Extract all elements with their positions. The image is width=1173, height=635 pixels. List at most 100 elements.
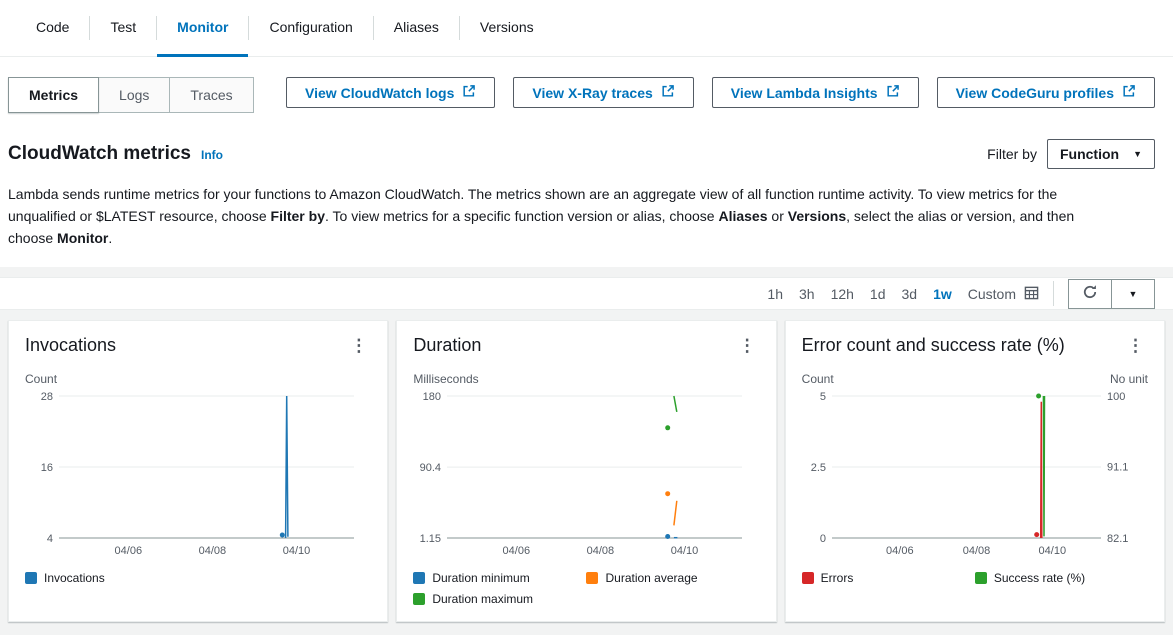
time-range-toolbar: 1h 3h 12h 1d 3d 1w Custom ▼ — [0, 277, 1173, 310]
kebab-menu-icon[interactable]: ⋮ — [735, 335, 760, 356]
kebab-menu-icon[interactable]: ⋮ — [346, 335, 371, 356]
svg-text:28: 28 — [41, 391, 53, 403]
chart-title: Duration — [413, 335, 481, 356]
invocations-chart-card: Invocations ⋮ Count 2816404/0604/0804/10… — [8, 320, 388, 622]
legend-label: Duration maximum — [432, 592, 533, 606]
legend-item: Duration minimum — [413, 571, 586, 585]
error-success-chart-card: Error count and success rate (%) ⋮ Count… — [785, 320, 1165, 622]
metrics-subtabs: Metrics Logs Traces — [8, 77, 254, 113]
dropdown-value: Function — [1060, 146, 1119, 162]
legend-swatch — [975, 572, 987, 584]
tab-test[interactable]: Test — [90, 0, 156, 57]
filter-function-dropdown[interactable]: Function ▼ — [1047, 139, 1155, 169]
refresh-icon — [1082, 284, 1098, 303]
legend-item: Errors — [802, 571, 975, 585]
range-12h[interactable]: 12h — [831, 286, 854, 302]
svg-text:04/08: 04/08 — [199, 545, 227, 557]
svg-text:82.1: 82.1 — [1107, 533, 1128, 545]
lambda-monitor-page: Code Test Monitor Configuration Aliases … — [0, 0, 1173, 635]
page-title: CloudWatch metrics — [8, 143, 191, 165]
chart-legend: Duration minimum Duration average Durati… — [413, 571, 759, 613]
chart-svg-1: 18090.41.1504/0604/0804/10 — [413, 388, 756, 560]
metrics-header-row: CloudWatch metrics Info Filter by Functi… — [0, 113, 1173, 169]
view-xray-traces-button[interactable]: View X-Ray traces — [513, 77, 693, 108]
svg-text:04/10: 04/10 — [283, 545, 311, 557]
range-1d[interactable]: 1d — [870, 286, 886, 302]
metrics-content-area: 1h 3h 12h 1d 3d 1w Custom ▼ — [0, 267, 1173, 635]
legend-swatch — [413, 593, 425, 605]
chevron-down-icon: ▼ — [1129, 289, 1138, 299]
range-3d[interactable]: 3d — [902, 286, 918, 302]
chart-title: Invocations — [25, 335, 116, 356]
info-link[interactable]: Info — [201, 148, 223, 162]
y-axis-label: Count — [25, 372, 57, 386]
subtab-traces[interactable]: Traces — [169, 77, 253, 113]
tab-versions[interactable]: Versions — [460, 0, 554, 57]
y-axis-label: Milliseconds — [413, 372, 478, 386]
external-link-icon — [661, 84, 675, 101]
toolbar-divider — [1053, 281, 1054, 306]
chart-svg-2: 52.5010091.182.104/0604/0804/10 — [802, 388, 1145, 560]
view-cloudwatch-logs-button[interactable]: View CloudWatch logs — [286, 77, 495, 108]
legend-swatch — [802, 572, 814, 584]
description-text: Lambda sends runtime metrics for your fu… — [0, 169, 1140, 249]
header-section: Code Test Monitor Configuration Aliases … — [0, 0, 1173, 267]
refresh-button-group: ▼ — [1068, 279, 1155, 309]
svg-text:16: 16 — [41, 462, 53, 474]
kebab-menu-icon[interactable]: ⋮ — [1123, 335, 1148, 356]
legend-swatch — [586, 572, 598, 584]
svg-text:1.15: 1.15 — [420, 533, 441, 545]
monitor-subheader: Metrics Logs Traces View CloudWatch logs… — [0, 57, 1173, 113]
svg-text:04/06: 04/06 — [886, 545, 914, 557]
refresh-button[interactable] — [1068, 279, 1112, 309]
external-actions: View CloudWatch logs View X-Ray traces V… — [286, 77, 1155, 108]
chart-legend: Errors Success rate (%) — [802, 571, 1148, 592]
button-label: View X-Ray traces — [532, 85, 652, 101]
y-axis-right-label: No unit — [1110, 372, 1148, 386]
button-label: View CloudWatch logs — [305, 85, 454, 101]
legend-swatch — [25, 572, 37, 584]
tab-aliases[interactable]: Aliases — [374, 0, 459, 57]
y-axis-label: Count — [802, 372, 834, 386]
view-lambda-insights-button[interactable]: View Lambda Insights — [712, 77, 919, 108]
chart-legend: Invocations — [25, 571, 371, 592]
tab-monitor[interactable]: Monitor — [157, 0, 248, 57]
svg-text:91.1: 91.1 — [1107, 462, 1128, 474]
legend-label: Invocations — [44, 571, 105, 585]
main-tab-bar: Code Test Monitor Configuration Aliases … — [0, 0, 1173, 57]
svg-text:04/10: 04/10 — [671, 545, 699, 557]
svg-text:0: 0 — [820, 533, 826, 545]
legend-label: Success rate (%) — [994, 571, 1085, 585]
time-range-selector: 1h 3h 12h 1d 3d 1w Custom — [767, 285, 1039, 303]
svg-text:04/08: 04/08 — [962, 545, 990, 557]
refresh-options-dropdown[interactable]: ▼ — [1111, 279, 1155, 309]
svg-text:04/10: 04/10 — [1038, 545, 1066, 557]
chart-title: Error count and success rate (%) — [802, 335, 1065, 356]
button-label: View CodeGuru profiles — [956, 85, 1114, 101]
svg-text:180: 180 — [423, 391, 441, 403]
legend-item: Success rate (%) — [975, 571, 1148, 585]
button-label: View Lambda Insights — [731, 85, 878, 101]
legend-label: Duration minimum — [432, 571, 529, 585]
external-link-icon — [462, 84, 476, 101]
svg-text:04/08: 04/08 — [587, 545, 615, 557]
svg-text:5: 5 — [820, 391, 826, 403]
legend-item: Duration maximum — [413, 592, 586, 606]
legend-label: Duration average — [605, 571, 697, 585]
legend-item: Duration average — [586, 571, 759, 585]
range-1w[interactable]: 1w — [933, 286, 952, 302]
subtab-logs[interactable]: Logs — [98, 77, 170, 113]
custom-range-label: Custom — [968, 286, 1016, 302]
calendar-icon — [1024, 285, 1039, 303]
subtab-metrics[interactable]: Metrics — [8, 77, 99, 113]
view-codeguru-profiles-button[interactable]: View CodeGuru profiles — [937, 77, 1155, 108]
legend-swatch — [413, 572, 425, 584]
custom-range-button[interactable]: Custom — [968, 285, 1039, 303]
tab-configuration[interactable]: Configuration — [249, 0, 372, 57]
chart-cards-row: Invocations ⋮ Count 2816404/0604/0804/10… — [0, 310, 1173, 635]
range-1h[interactable]: 1h — [767, 286, 783, 302]
svg-text:100: 100 — [1107, 391, 1125, 403]
external-link-icon — [886, 84, 900, 101]
tab-code[interactable]: Code — [16, 0, 89, 57]
range-3h[interactable]: 3h — [799, 286, 815, 302]
